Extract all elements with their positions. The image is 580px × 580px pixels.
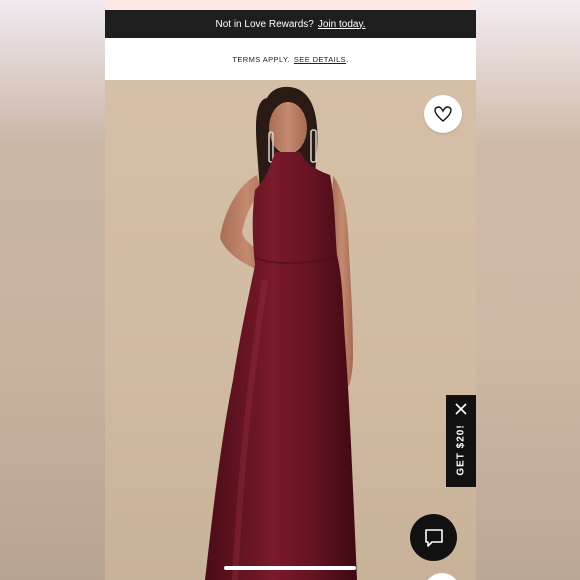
phone-screen: Not in Love Rewards? Join today. TERMS A… [105, 0, 476, 580]
blurred-background-right [476, 0, 580, 580]
join-today-link[interactable]: Join today. [318, 19, 366, 30]
terms-row: TERMS APPLY. SEE DETAILS. [105, 38, 476, 80]
close-icon[interactable] [454, 402, 468, 416]
chat-button[interactable] [410, 514, 457, 561]
home-indicator [224, 566, 356, 570]
get-20-tab[interactable]: GET $20! [446, 395, 476, 487]
rewards-promo-bar: Not in Love Rewards? Join today. [105, 10, 476, 38]
blurred-background-left [0, 0, 105, 580]
terms-text: TERMS APPLY. [232, 54, 290, 64]
promo-text: Not in Love Rewards? [215, 18, 314, 30]
favorite-button[interactable] [424, 95, 462, 133]
heart-icon [434, 106, 452, 122]
get-20-label: GET $20! [455, 424, 467, 476]
model-in-dress-photo [205, 86, 357, 580]
top-strip [105, 0, 476, 10]
see-details-link[interactable]: SEE DETAILS [294, 55, 346, 64]
terms-period: . [346, 54, 349, 64]
product-image[interactable] [105, 80, 476, 580]
chat-bubble-icon [424, 528, 443, 547]
